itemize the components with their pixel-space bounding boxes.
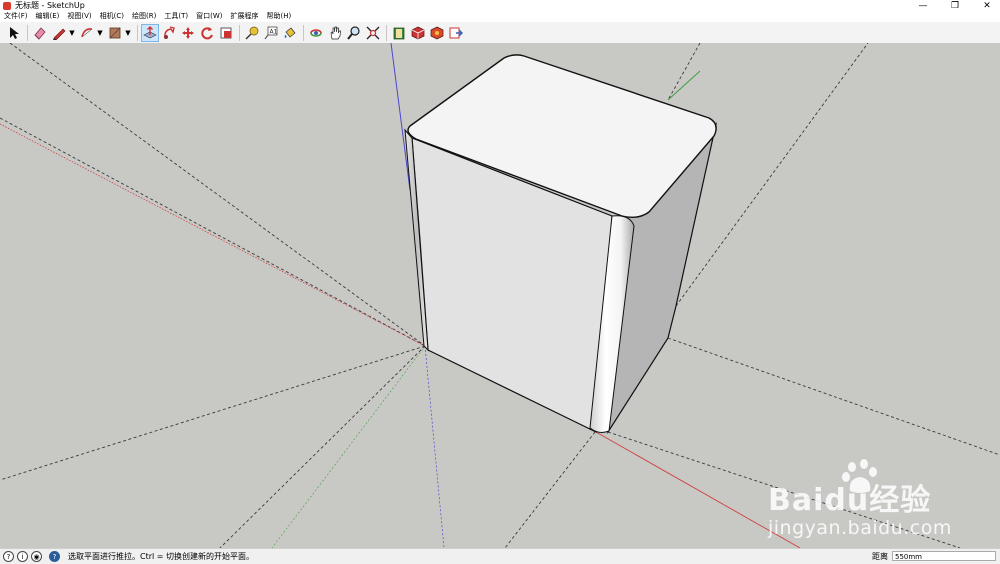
window-controls: — ❐ ✕	[916, 0, 994, 11]
line-tools-dropdown-icon[interactable]: ▼	[69, 25, 76, 41]
menu-help[interactable]: 帮助(H)	[262, 11, 295, 22]
toolbar-separator	[238, 24, 240, 41]
menu-extensions[interactable]: 扩展程序	[226, 11, 262, 22]
measurement-label: 距离	[872, 552, 888, 561]
menu-edit[interactable]: 编辑(E)	[32, 11, 64, 22]
toolbar-separator	[302, 24, 304, 41]
instructor-icon[interactable]: ?	[49, 551, 60, 562]
warehouse-icon[interactable]	[391, 25, 407, 41]
menu-tools[interactable]: 工具(T)	[160, 11, 192, 22]
scene-canvas[interactable]	[0, 43, 1000, 548]
box-model[interactable]	[404, 54, 718, 435]
measurement-input[interactable]: 550mm	[892, 551, 996, 561]
paint-bucket-icon[interactable]	[282, 25, 298, 41]
pan-icon[interactable]	[327, 25, 343, 41]
layout-icon[interactable]	[429, 25, 445, 41]
pencil-line-icon[interactable]	[51, 25, 67, 41]
zoom-icon[interactable]	[346, 25, 362, 41]
arc-icon[interactable]	[79, 25, 95, 41]
menu-bar: 文件(F) 编辑(E) 视图(V) 相机(C) 绘图(R) 工具(T) 窗口(W…	[0, 11, 1000, 22]
menu-draw[interactable]: 绘图(R)	[128, 11, 160, 22]
close-button[interactable]: ✕	[980, 1, 994, 11]
menu-file[interactable]: 文件(F)	[0, 11, 32, 22]
arc-tools-dropdown-icon[interactable]: ▼	[97, 25, 104, 41]
rotate-icon[interactable]	[199, 25, 215, 41]
toolbar-separator	[136, 24, 138, 41]
orbit-icon[interactable]	[308, 25, 324, 41]
select-arrow-icon[interactable]	[6, 25, 22, 41]
extension-warehouse-icon[interactable]	[410, 25, 426, 41]
minimize-button[interactable]: —	[916, 1, 930, 11]
svg-text:A1: A1	[270, 28, 278, 35]
menu-window[interactable]: 窗口(W)	[192, 11, 226, 22]
push-pull-icon[interactable]	[141, 23, 159, 42]
user-account-icon[interactable]: ◉	[31, 551, 42, 562]
shape-tools-dropdown-icon[interactable]: ▼	[125, 25, 132, 41]
status-message: 选取平面进行推拉。Ctrl = 切换创建新的开始平面。	[68, 552, 255, 561]
scale-icon[interactable]	[218, 25, 234, 41]
toolbar-separator	[26, 24, 28, 41]
follow-me-icon[interactable]	[161, 25, 177, 41]
sketchup-logo-icon	[3, 1, 11, 10]
eraser-icon[interactable]	[32, 25, 48, 41]
menu-camera[interactable]: 相机(C)	[96, 11, 128, 22]
text-icon[interactable]: A1	[263, 25, 279, 41]
toolbar-separator	[385, 24, 387, 41]
main-toolbar: ▼ ▼ ▼ A1	[0, 22, 1000, 44]
modeling-viewport[interactable]: Baidu经验 jingyan.baidu.com	[0, 43, 1000, 548]
zoom-extents-icon[interactable]	[365, 25, 381, 41]
move-icon[interactable]	[180, 25, 196, 41]
credits-icon[interactable]: i	[17, 551, 28, 562]
status-bar: ? i ◉ ? 选取平面进行推拉。Ctrl = 切换创建新的开始平面。 距离 5…	[0, 548, 1000, 564]
menu-view[interactable]: 视图(V)	[63, 11, 95, 22]
geolocation-icon[interactable]: ?	[3, 551, 14, 562]
title-bar: 无标题 - SketchUp — ❐ ✕	[0, 0, 1000, 11]
restore-button[interactable]: ❐	[948, 1, 962, 11]
tape-measure-icon[interactable]	[244, 25, 260, 41]
rectangle-shape-icon[interactable]	[107, 25, 123, 41]
window-title: 无标题 - SketchUp	[15, 1, 85, 10]
send-to-layout-icon[interactable]	[448, 25, 464, 41]
